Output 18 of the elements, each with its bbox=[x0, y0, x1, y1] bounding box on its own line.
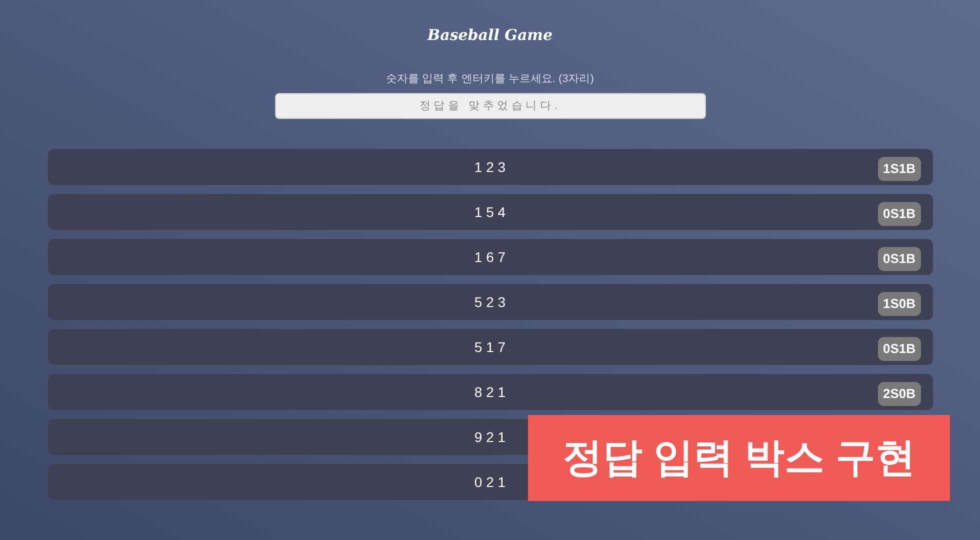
result-badge: 0S1B bbox=[878, 202, 920, 226]
guess-numbers: 5 1 7 bbox=[474, 338, 506, 356]
guess-numbers: 0 2 1 bbox=[474, 472, 506, 492]
result-badge: 1S0B bbox=[878, 292, 920, 316]
result-badge: 0S1B bbox=[878, 337, 920, 360]
result-badge: 0S1B bbox=[878, 247, 920, 270]
instruction-text: 숫자를 입력 후 엔터키를 누르세요. (3자리) bbox=[386, 72, 594, 86]
result-badge: 2S0B bbox=[878, 382, 920, 406]
result-badge: 1S1B bbox=[878, 157, 920, 180]
guess-numbers: 1 2 3 bbox=[474, 158, 506, 176]
guess-numbers: 8 2 1 bbox=[474, 382, 506, 402]
guess-numbers: 5 2 3 bbox=[474, 292, 506, 312]
app-title: Baseball Game bbox=[427, 25, 553, 46]
answer-field[interactable]: 정답을 맞추었습니다. bbox=[274, 93, 706, 119]
title-banner: 정답 입력 박스 구현 bbox=[528, 415, 950, 501]
guess-numbers: 1 5 4 bbox=[474, 202, 506, 222]
guess-numbers: 9 2 1 bbox=[474, 428, 506, 446]
guess-numbers: 1 6 7 bbox=[474, 248, 506, 266]
